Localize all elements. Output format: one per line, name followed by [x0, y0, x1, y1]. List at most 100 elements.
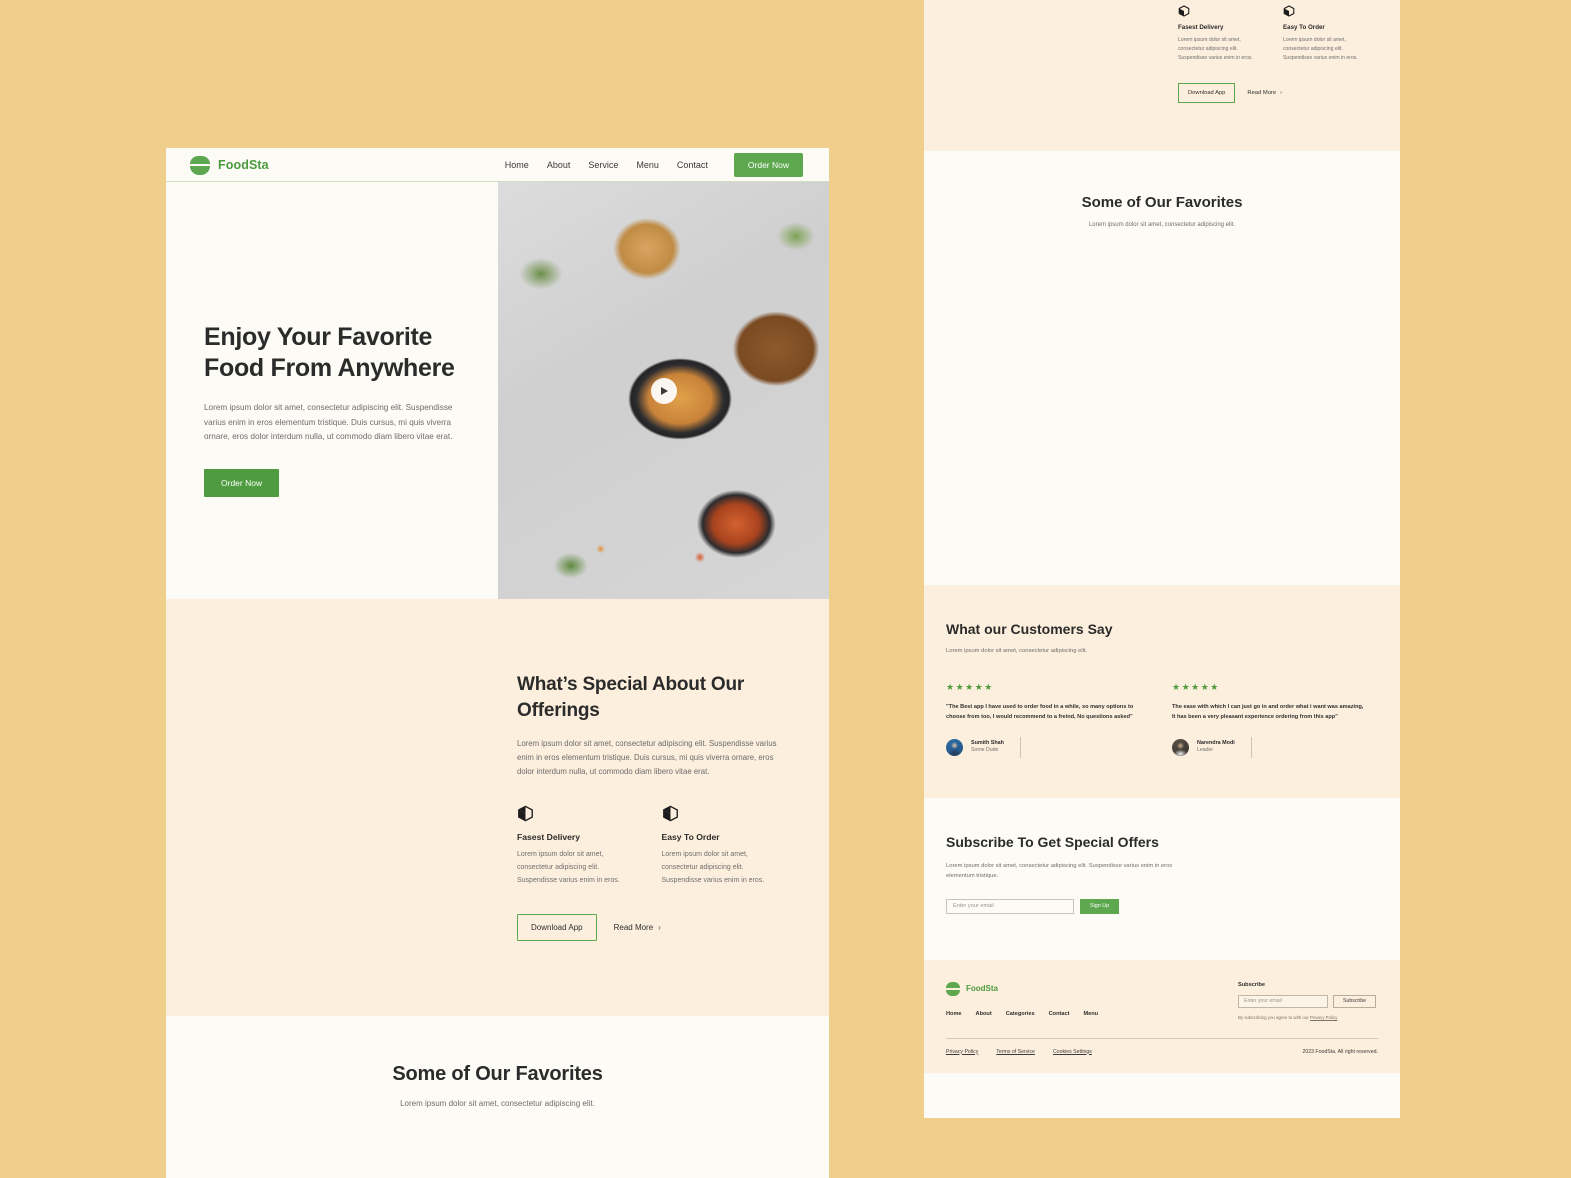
subscribe-form: Sign Up	[946, 898, 1378, 914]
hero-order-now-button[interactable]: Order Now	[204, 468, 280, 497]
feature-fastest-delivery: Fasest Delivery Lorem ipsum dolor sit am…	[1178, 4, 1265, 64]
bowl-icon	[190, 155, 210, 175]
special-image	[946, 0, 1150, 111]
author-meta: Sumith Shah Some Dude	[971, 740, 1004, 755]
privacy-policy-link[interactable]: Privacy Policy	[1310, 1015, 1337, 1020]
favorite-card[interactable]	[1241, 402, 1379, 539]
feature-fastest-delivery: Fasest Delivery Lorem ipsum dolor sit am…	[517, 805, 638, 888]
favorite-card[interactable]	[1093, 402, 1231, 539]
testimonials-list: ★★★★★ "The Best app I have used to order…	[946, 682, 1378, 758]
cube-icon	[1283, 4, 1295, 17]
read-more-link[interactable]: Read More ›	[1247, 90, 1282, 96]
order-now-button[interactable]: Order Now	[733, 152, 803, 177]
special-description: Lorem ipsum dolor sit amet, consectetur …	[517, 739, 777, 777]
testimonials-title: What our Customers Say	[946, 621, 1113, 637]
nav-item-menu[interactable]: Menu	[636, 160, 659, 170]
cube-icon	[662, 806, 678, 822]
legal-privacy-policy[interactable]: Privacy Policy	[946, 1049, 978, 1055]
footer-brand-name: FoodSta	[966, 984, 998, 994]
play-icon[interactable]	[650, 377, 677, 404]
feature-description: Lorem ipsum dolor sit amet, consectetur …	[661, 851, 765, 885]
site-header: FoodSta Home About Service Menu Contact …	[166, 148, 829, 182]
footer-subscribe-label: Subscribe	[1238, 981, 1266, 988]
footer-nav: Home About Categories Contact Menu	[946, 1011, 1166, 1017]
hero-image	[498, 182, 829, 599]
testimonials-subtitle: Lorem ipsum dolor sit amet, consectetur …	[946, 648, 1088, 654]
footer-nav-menu[interactable]: Menu	[1083, 1011, 1098, 1017]
favorites-grid	[199, 1154, 796, 1178]
hero-copy: Enjoy Your Favorite Food From Anywhere L…	[166, 182, 498, 599]
screenshot-canvas: FoodSta Home About Service Menu Contact …	[0, 0, 1571, 1178]
rating-stars: ★★★★★	[1172, 682, 1220, 692]
testimonial-author: Narendra Modi Leader	[1172, 736, 1368, 758]
favorite-card[interactable]	[403, 1154, 592, 1178]
footer-email-input[interactable]	[1238, 994, 1328, 1008]
rating-stars: ★★★★★	[946, 682, 994, 692]
special-section: What’s Special About Our Offerings Lorem…	[924, 0, 1400, 151]
footer-top: FoodSta Home About Categories Contact Me…	[946, 981, 1378, 1020]
email-input[interactable]	[946, 898, 1074, 914]
hero-section: Enjoy Your Favorite Food From Anywhere L…	[166, 182, 829, 599]
testimonial-author: Sumith Shah Some Dude	[946, 736, 1142, 758]
legal-terms-of-service[interactable]: Terms of Service	[996, 1049, 1035, 1055]
special-cta-row: Download App Read More ›	[1178, 82, 1370, 103]
divider	[1019, 736, 1021, 758]
testimonial-quote: "The Best app I have used to order food …	[946, 704, 1134, 721]
nav-item-contact[interactable]: Contact	[677, 160, 708, 170]
footer-bottom: Privacy Policy Terms of Service Cookies …	[946, 1049, 1378, 1055]
subscribe-section: Subscribe To Get Special Offers Lorem ip…	[924, 797, 1400, 960]
nav-item-about[interactable]: About	[547, 160, 571, 170]
favorite-card[interactable]	[1241, 255, 1379, 392]
copyright: 2023 FoodSta. All right reserved.	[1302, 1048, 1378, 1055]
favorites-section: Some of Our Favorites Lorem ipsum dolor …	[924, 151, 1400, 585]
favorites-title: Some of Our Favorites	[392, 1063, 603, 1085]
favorite-card[interactable]	[1093, 255, 1231, 392]
footer-left: FoodSta Home About Categories Contact Me…	[946, 981, 1166, 1020]
read-more-label: Read More	[613, 923, 654, 933]
feature-description: Lorem ipsum dolor sit amet, consectetur …	[1283, 36, 1358, 62]
special-features: Fasest Delivery Lorem ipsum dolor sit am…	[1178, 4, 1370, 64]
avatar	[1172, 738, 1189, 756]
nav-item-service[interactable]: Service	[588, 160, 618, 170]
favorite-card[interactable]	[199, 1154, 388, 1178]
download-app-button[interactable]: Download App	[1178, 82, 1236, 103]
author-meta: Narendra Modi Leader	[1197, 740, 1235, 755]
read-more-label: Read More	[1247, 89, 1277, 96]
favorite-card[interactable]	[945, 402, 1083, 539]
author-role: Some Dude	[971, 747, 999, 754]
feature-description: Lorem ipsum dolor sit amet, consectetur …	[1178, 36, 1253, 62]
read-more-link[interactable]: Read More ›	[614, 923, 661, 932]
legal-cookies-settings[interactable]: Cookies Settings	[1053, 1049, 1092, 1055]
feature-title: Fasest Delivery	[517, 832, 581, 843]
testimonial-card: ★★★★★ "The Best app I have used to order…	[946, 682, 1142, 758]
footer-privacy-note: By subscribing you agree to with our Pri…	[1238, 1015, 1378, 1020]
cube-icon	[518, 806, 533, 822]
special-image	[197, 657, 479, 952]
footer-nav-about[interactable]: About	[976, 1011, 992, 1017]
favorites-subtitle: Lorem ipsum dolor sit amet, consectetur …	[400, 1099, 595, 1108]
favorite-card[interactable]	[945, 255, 1083, 392]
brand-name: FoodSta	[218, 157, 269, 172]
footer-brand[interactable]: FoodSta	[946, 981, 1166, 996]
feature-easy-to-order: Easy To Order Lorem ipsum dolor sit amet…	[1283, 4, 1370, 64]
special-title: What’s Special About Our Offerings	[517, 674, 745, 721]
special-copy: What’s Special About Our Offerings Lorem…	[517, 657, 782, 952]
chevron-right-icon: ›	[658, 923, 661, 933]
favorite-card[interactable]	[607, 1154, 796, 1178]
divider	[1250, 736, 1252, 758]
avatar	[946, 738, 963, 756]
brand-logo[interactable]: FoodSta	[190, 155, 269, 175]
footer-subscribe-button[interactable]: Subscribe	[1333, 994, 1377, 1008]
footer-divider	[946, 1037, 1378, 1039]
sign-up-button[interactable]: Sign Up	[1080, 898, 1120, 914]
feature-title: Easy To Order	[1283, 23, 1325, 31]
nav-item-home[interactable]: Home	[505, 160, 529, 170]
footer-nav-categories[interactable]: Categories	[1006, 1011, 1035, 1017]
feature-title: Fasest Delivery	[1178, 23, 1224, 31]
download-app-button[interactable]: Download App	[517, 914, 597, 942]
feature-title: Easy To Order	[661, 832, 720, 843]
footer-nav-contact[interactable]: Contact	[1049, 1011, 1070, 1017]
footer-subscribe-form: Subscribe	[1238, 994, 1378, 1008]
feature-description: Lorem ipsum dolor sit amet, consectetur …	[517, 851, 620, 885]
footer-nav-home[interactable]: Home	[946, 1011, 962, 1017]
